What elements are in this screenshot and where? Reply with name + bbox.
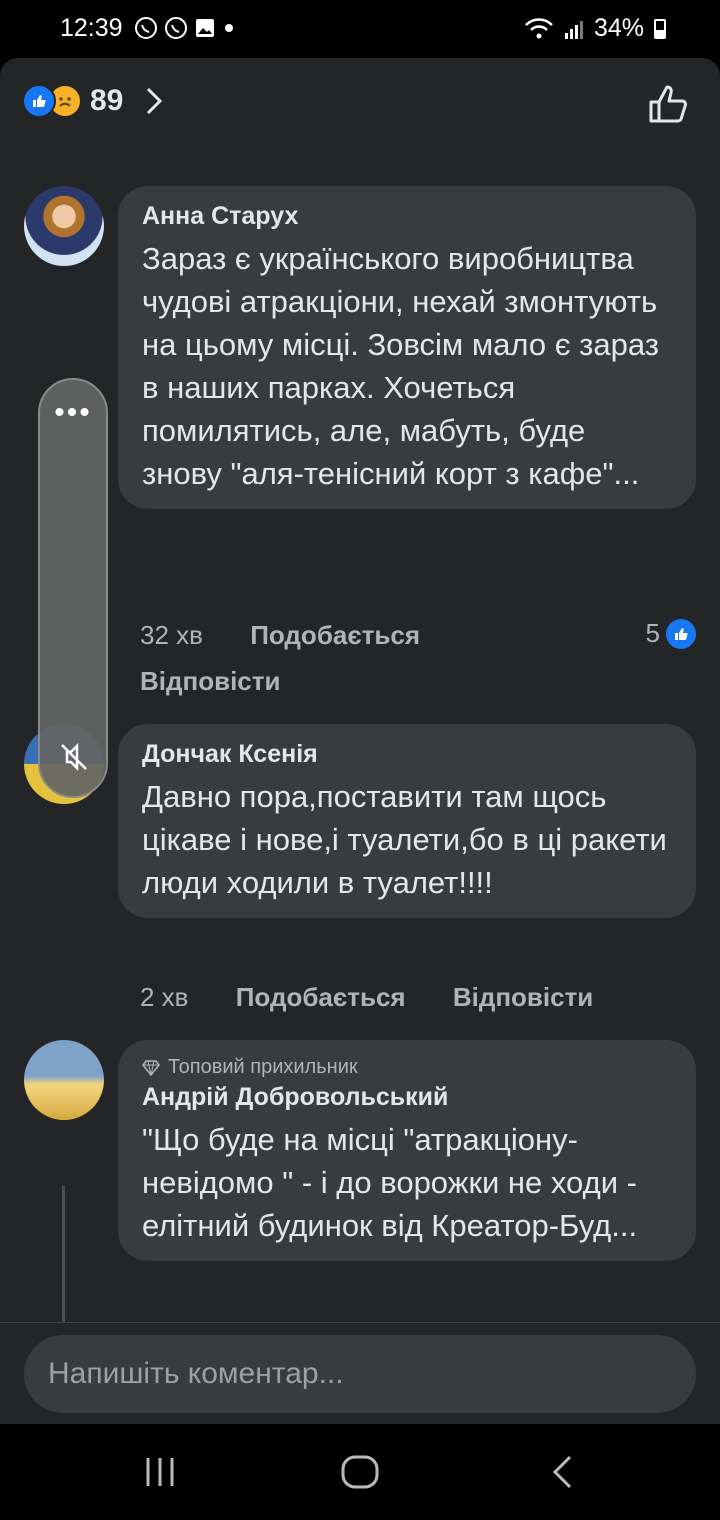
battery-icon (654, 18, 666, 39)
comment-author[interactable]: Дончак Ксенія (142, 740, 672, 769)
comment-actions: 32 хв Подобається (140, 620, 460, 651)
system-nav-bar (0, 1424, 720, 1520)
floating-overlay[interactable]: ••• (38, 378, 108, 798)
thumbs-up-outline-icon[interactable] (648, 84, 690, 124)
avatar[interactable] (24, 1040, 104, 1120)
comment-actions: 2 хв Подобається Відповісти (140, 982, 633, 1013)
comment-bubble: Дончак Ксенія Давно пора,поставити там щ… (118, 724, 696, 918)
notification-icons (134, 16, 236, 40)
comment-time: 32 хв (140, 620, 203, 650)
like-icon (22, 84, 56, 118)
like-button[interactable]: Подобається (250, 620, 420, 650)
comment-text: Зараз є українського виробництва чудові … (142, 241, 677, 491)
comment-author[interactable]: Анна Старух (142, 202, 672, 231)
like-button[interactable]: Подобається (236, 982, 406, 1012)
viber-icon (135, 17, 157, 39)
wifi-icon (525, 17, 553, 38)
comment-bubble: Анна Старух Зараз є українського виробни… (118, 186, 696, 509)
comments-sheet: 89 Анна Старух Зараз є українського виро… (0, 58, 720, 1424)
recents-icon[interactable] (142, 1454, 178, 1490)
reply-button[interactable]: Відповісти (453, 982, 593, 1012)
status-bar: 12:39 34% (0, 0, 720, 58)
viber-icon (165, 17, 187, 39)
comment-like-count[interactable]: 5 (646, 618, 696, 649)
reply-button[interactable]: Відповісти (140, 666, 280, 696)
back-icon[interactable] (550, 1454, 576, 1490)
comment-text: Давно пора,поставити там щось цікаве і н… (142, 779, 676, 900)
like-count: 5 (645, 618, 660, 648)
like-icon (666, 618, 696, 649)
home-icon[interactable] (340, 1454, 380, 1490)
comment-bubble: Топовий прихильник Андрій Добровольський… (118, 1040, 696, 1261)
mute-icon[interactable] (57, 740, 91, 774)
comment-input[interactable] (24, 1335, 696, 1413)
dot-icon (225, 24, 233, 32)
more-icon[interactable]: ••• (40, 398, 106, 428)
badge-label: Топовий прихильник (168, 1056, 358, 1078)
comment-input-bar (0, 1322, 720, 1425)
battery-percent: 34% (593, 14, 644, 42)
avatar[interactable] (24, 186, 104, 266)
signal-icon (564, 20, 583, 39)
comment-actions-2: Відповісти (140, 666, 320, 697)
comment-text: "Що буде на місці "атракціону-невідомо "… (142, 1122, 646, 1243)
gallery-icon (196, 19, 214, 37)
reactions-summary[interactable]: 89 (22, 84, 163, 118)
comment-author[interactable]: Андрій Добровольський (142, 1083, 672, 1112)
status-right: 34% (524, 14, 666, 43)
chevron-right-icon[interactable] (145, 86, 163, 116)
comment-time: 2 хв (140, 982, 189, 1012)
diamond-icon (142, 1059, 160, 1076)
status-time: 12:39 (60, 14, 123, 42)
reaction-count: 89 (90, 84, 124, 117)
top-fan-badge: Топовий прихильник (142, 1056, 672, 1079)
